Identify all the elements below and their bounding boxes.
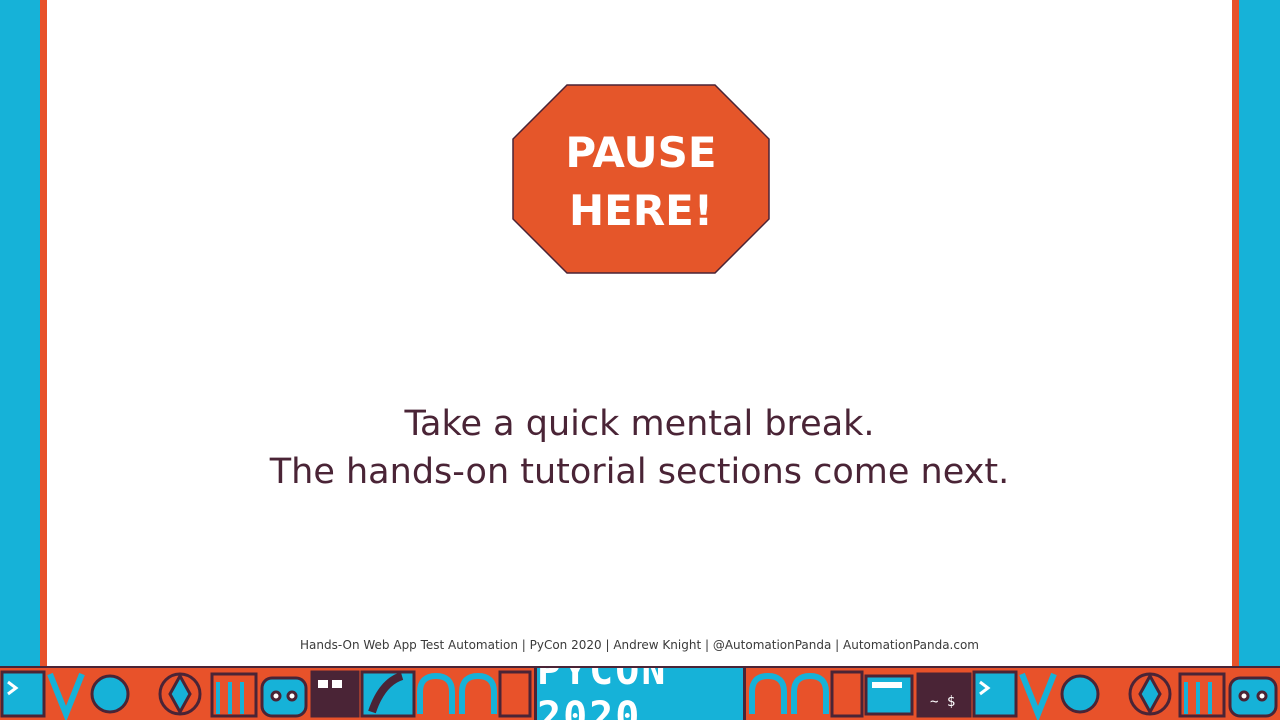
slide-footer: Hands-On Web App Test Automation | PyCon… [300, 638, 979, 652]
stop-sign-line-2: HERE! [568, 186, 714, 235]
stop-sign-label: PAUSE HERE! [512, 124, 770, 240]
right-border-stripe [1232, 0, 1239, 666]
stop-sign-line-1: PAUSE [565, 128, 717, 177]
left-border-stripe [40, 0, 47, 666]
pycon-2020-logo: PYCON 2020 [534, 668, 746, 720]
slide-canvas: PAUSE HERE! Take a quick mental break. T… [47, 0, 1232, 666]
pycon-banner: ~ $ PYCON 2020 [0, 666, 1280, 720]
svg-text:~ $: ~ $ [930, 694, 955, 710]
message-line-2: The hands-on tutorial sections come next… [269, 452, 1010, 492]
message-line-1: Take a quick mental break. [404, 404, 875, 444]
slide-message: Take a quick mental break. The hands-on … [47, 400, 1232, 496]
